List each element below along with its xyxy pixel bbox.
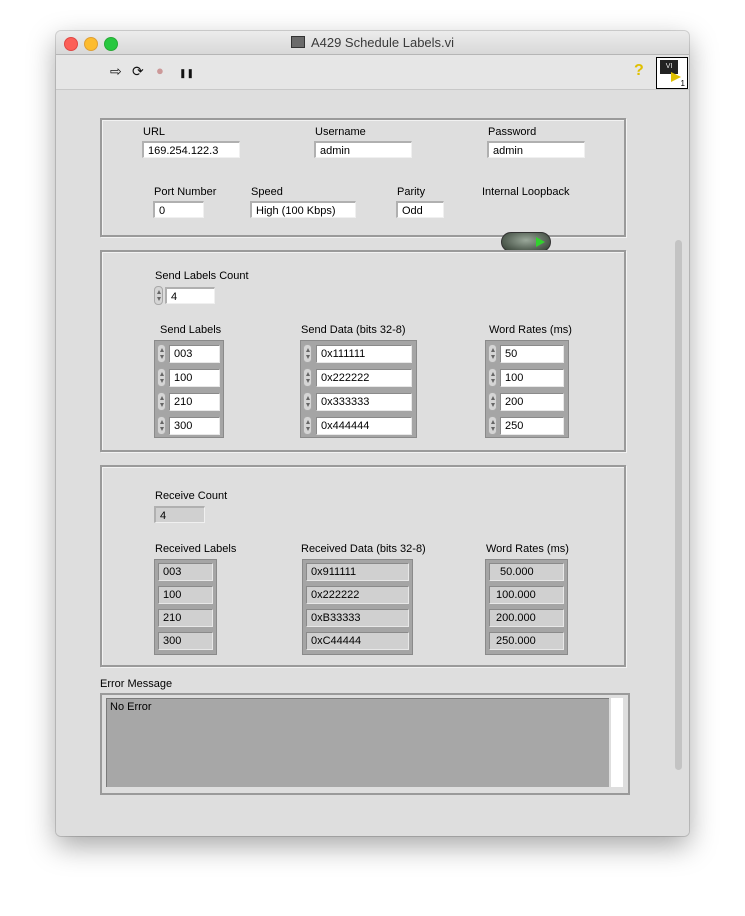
port-number-label: Port Number	[154, 186, 217, 198]
password-field[interactable]: admin	[487, 141, 585, 158]
send-rate-cell[interactable]: 50	[500, 345, 564, 363]
speed-label: Speed	[251, 186, 283, 198]
send-rate-spinner[interactable]	[488, 416, 497, 435]
send-label-spinner[interactable]	[157, 416, 166, 435]
parity-ring[interactable]: Odd	[396, 201, 444, 218]
vi-icon-arrow	[671, 72, 681, 82]
received-data-cell: 0x911111	[306, 563, 409, 581]
window-title-text: A429 Schedule Labels.vi	[310, 35, 455, 50]
window-title: A429 Schedule Labels.vi	[56, 35, 689, 50]
send-label-spinner[interactable]	[157, 368, 166, 387]
send-labels-header: Send Labels	[160, 324, 222, 336]
send-label-spinner[interactable]	[157, 392, 166, 411]
internal-loopback-switch[interactable]	[501, 232, 551, 252]
send-data-header: Send Data (bits 32-8)	[301, 324, 406, 336]
vi-file-icon	[290, 36, 305, 48]
received-data-cell: 0x222222	[306, 586, 409, 604]
send-label-cell[interactable]: 003	[169, 345, 220, 363]
username-field[interactable]: admin	[314, 141, 412, 158]
vi-icon-number: 1	[680, 79, 685, 88]
send-labels-count-label: Send Labels Count	[155, 270, 249, 282]
send-rate-cell[interactable]: 100	[500, 369, 564, 387]
run-continuously-icon[interactable]: ⟳	[132, 64, 144, 78]
received-label-cell: 210	[158, 609, 213, 627]
pause-icon[interactable]: ❚❚	[179, 66, 194, 80]
send-data-spinner[interactable]	[303, 416, 312, 435]
port-number-field[interactable]: 0	[153, 201, 204, 218]
send-label-spinner[interactable]	[157, 344, 166, 363]
toolbar: ⇨ ⟳ ● ❚❚ ? VI 1	[56, 55, 689, 90]
received-rate-cell: 50.000	[489, 563, 564, 581]
received-label-cell: 300	[158, 632, 213, 650]
send-data-spinner[interactable]	[303, 368, 312, 387]
receive-count-indicator: 4	[154, 506, 205, 523]
url-field[interactable]: 169.254.122.3	[142, 141, 240, 158]
send-data-cell[interactable]: 0x111111	[316, 345, 412, 363]
send-rate-spinner[interactable]	[488, 344, 497, 363]
internal-loopback-label: Internal Loopback	[482, 186, 570, 198]
error-message-scrollbar[interactable]	[611, 698, 623, 787]
vi-connector-icon[interactable]: VI 1	[656, 57, 688, 89]
parity-label: Parity	[397, 186, 426, 198]
labview-window: A429 Schedule Labels.vi ⇨ ⟳ ● ❚❚ ? VI 1 …	[56, 31, 689, 836]
error-message-frame: No Error	[100, 693, 630, 795]
send-label-cell[interactable]: 300	[169, 417, 220, 435]
received-rate-cell: 100.000	[489, 586, 564, 604]
received-labels-header: Received Labels	[155, 543, 237, 555]
send-rate-spinner[interactable]	[488, 392, 497, 411]
send-rate-cell[interactable]: 250	[500, 417, 564, 435]
send-data-spinner[interactable]	[303, 392, 312, 411]
received-label-cell: 003	[158, 563, 213, 581]
send-data-cell[interactable]: 0x444444	[316, 417, 412, 435]
send-labels-count-field[interactable]: 4	[165, 287, 215, 304]
receive-count-label: Receive Count	[155, 490, 228, 502]
loopback-led-icon	[536, 237, 545, 247]
send-rate-cell[interactable]: 200	[500, 393, 564, 411]
received-word-rates-header: Word Rates (ms)	[486, 543, 569, 555]
received-data-header: Received Data (bits 32-8)	[301, 543, 426, 555]
send-rate-spinner[interactable]	[488, 368, 497, 387]
send-data-spinner[interactable]	[303, 344, 312, 363]
speed-ring[interactable]: High (100 Kbps)	[250, 201, 356, 218]
received-data-cell: 0xC44444	[306, 632, 409, 650]
received-label-cell: 100	[158, 586, 213, 604]
abort-execution-icon[interactable]: ●	[156, 64, 164, 78]
send-data-cell[interactable]: 0x333333	[316, 393, 412, 411]
send-count-spinner[interactable]	[154, 286, 163, 305]
error-message-text: No Error	[106, 698, 609, 787]
password-label: Password	[488, 126, 537, 138]
front-panel: URL 169.254.122.3 Username admin Passwor…	[56, 90, 689, 836]
received-data-cell: 0xB33333	[306, 609, 409, 627]
url-label: URL	[143, 126, 166, 138]
received-rate-cell: 250.000	[489, 632, 564, 650]
received-rate-cell: 200.000	[489, 609, 564, 627]
username-label: Username	[315, 126, 366, 138]
send-label-cell[interactable]: 100	[169, 369, 220, 387]
send-data-cell[interactable]: 0x222222	[316, 369, 412, 387]
vertical-scrollbar[interactable]	[675, 240, 682, 770]
context-help-icon[interactable]: ?	[634, 62, 644, 80]
send-label-cell[interactable]: 210	[169, 393, 220, 411]
error-message-label: Error Message	[100, 678, 173, 690]
run-arrow-icon[interactable]: ⇨	[110, 64, 122, 78]
send-word-rates-header: Word Rates (ms)	[489, 324, 572, 336]
title-bar[interactable]: A429 Schedule Labels.vi	[56, 31, 689, 55]
